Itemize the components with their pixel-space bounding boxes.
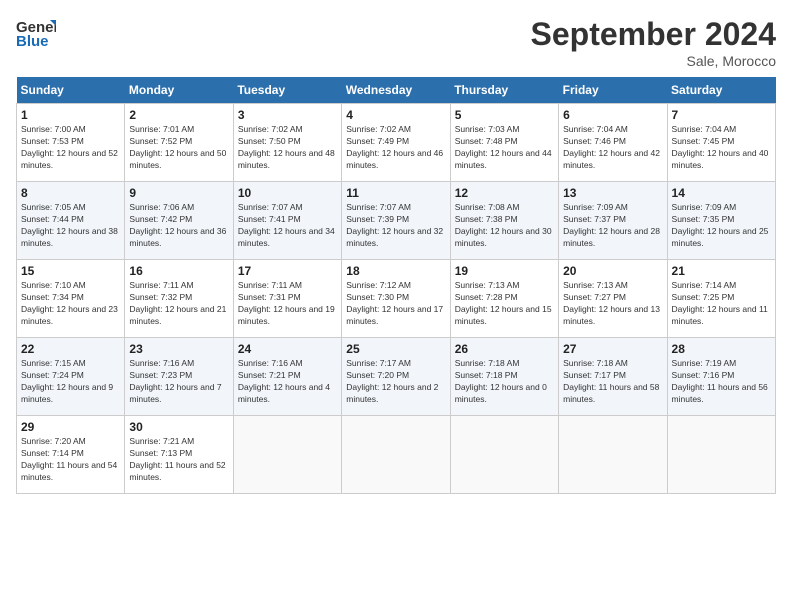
table-row bbox=[667, 416, 775, 494]
table-row: 14Sunrise: 7:09 AMSunset: 7:35 PMDayligh… bbox=[667, 182, 775, 260]
month-title: September 2024 bbox=[531, 16, 776, 53]
title-area: September 2024 Sale, Morocco bbox=[531, 16, 776, 69]
col-monday: Monday bbox=[125, 77, 233, 104]
calendar-week-row: 8Sunrise: 7:05 AMSunset: 7:44 PMDaylight… bbox=[17, 182, 776, 260]
table-row: 18Sunrise: 7:12 AMSunset: 7:30 PMDayligh… bbox=[342, 260, 450, 338]
table-row: 29Sunrise: 7:20 AMSunset: 7:14 PMDayligh… bbox=[17, 416, 125, 494]
calendar-week-row: 15Sunrise: 7:10 AMSunset: 7:34 PMDayligh… bbox=[17, 260, 776, 338]
col-sunday: Sunday bbox=[17, 77, 125, 104]
logo: General Blue bbox=[16, 16, 56, 52]
table-row: 11Sunrise: 7:07 AMSunset: 7:39 PMDayligh… bbox=[342, 182, 450, 260]
table-row: 8Sunrise: 7:05 AMSunset: 7:44 PMDaylight… bbox=[17, 182, 125, 260]
table-row: 27Sunrise: 7:18 AMSunset: 7:17 PMDayligh… bbox=[559, 338, 667, 416]
table-row: 19Sunrise: 7:13 AMSunset: 7:28 PMDayligh… bbox=[450, 260, 558, 338]
table-row: 6Sunrise: 7:04 AMSunset: 7:46 PMDaylight… bbox=[559, 104, 667, 182]
table-row: 13Sunrise: 7:09 AMSunset: 7:37 PMDayligh… bbox=[559, 182, 667, 260]
table-row bbox=[559, 416, 667, 494]
col-wednesday: Wednesday bbox=[342, 77, 450, 104]
table-row: 17Sunrise: 7:11 AMSunset: 7:31 PMDayligh… bbox=[233, 260, 341, 338]
table-row: 16Sunrise: 7:11 AMSunset: 7:32 PMDayligh… bbox=[125, 260, 233, 338]
table-row: 2Sunrise: 7:01 AMSunset: 7:52 PMDaylight… bbox=[125, 104, 233, 182]
table-row bbox=[233, 416, 341, 494]
table-row: 28Sunrise: 7:19 AMSunset: 7:16 PMDayligh… bbox=[667, 338, 775, 416]
table-row: 23Sunrise: 7:16 AMSunset: 7:23 PMDayligh… bbox=[125, 338, 233, 416]
page-header: General Blue September 2024 Sale, Morocc… bbox=[16, 16, 776, 69]
table-row: 4Sunrise: 7:02 AMSunset: 7:49 PMDaylight… bbox=[342, 104, 450, 182]
table-row bbox=[342, 416, 450, 494]
col-thursday: Thursday bbox=[450, 77, 558, 104]
table-row: 15Sunrise: 7:10 AMSunset: 7:34 PMDayligh… bbox=[17, 260, 125, 338]
col-saturday: Saturday bbox=[667, 77, 775, 104]
table-row: 30Sunrise: 7:21 AMSunset: 7:13 PMDayligh… bbox=[125, 416, 233, 494]
table-row: 26Sunrise: 7:18 AMSunset: 7:18 PMDayligh… bbox=[450, 338, 558, 416]
table-row: 7Sunrise: 7:04 AMSunset: 7:45 PMDaylight… bbox=[667, 104, 775, 182]
calendar-table: Sunday Monday Tuesday Wednesday Thursday… bbox=[16, 77, 776, 494]
calendar-week-row: 29Sunrise: 7:20 AMSunset: 7:14 PMDayligh… bbox=[17, 416, 776, 494]
col-tuesday: Tuesday bbox=[233, 77, 341, 104]
table-row: 20Sunrise: 7:13 AMSunset: 7:27 PMDayligh… bbox=[559, 260, 667, 338]
table-row bbox=[450, 416, 558, 494]
table-row: 5Sunrise: 7:03 AMSunset: 7:48 PMDaylight… bbox=[450, 104, 558, 182]
table-row: 10Sunrise: 7:07 AMSunset: 7:41 PMDayligh… bbox=[233, 182, 341, 260]
table-row: 1Sunrise: 7:00 AMSunset: 7:53 PMDaylight… bbox=[17, 104, 125, 182]
table-row: 3Sunrise: 7:02 AMSunset: 7:50 PMDaylight… bbox=[233, 104, 341, 182]
table-row: 9Sunrise: 7:06 AMSunset: 7:42 PMDaylight… bbox=[125, 182, 233, 260]
table-row: 22Sunrise: 7:15 AMSunset: 7:24 PMDayligh… bbox=[17, 338, 125, 416]
table-row: 12Sunrise: 7:08 AMSunset: 7:38 PMDayligh… bbox=[450, 182, 558, 260]
col-friday: Friday bbox=[559, 77, 667, 104]
table-row: 24Sunrise: 7:16 AMSunset: 7:21 PMDayligh… bbox=[233, 338, 341, 416]
table-row: 21Sunrise: 7:14 AMSunset: 7:25 PMDayligh… bbox=[667, 260, 775, 338]
calendar-week-row: 1Sunrise: 7:00 AMSunset: 7:53 PMDaylight… bbox=[17, 104, 776, 182]
calendar-header-row: Sunday Monday Tuesday Wednesday Thursday… bbox=[17, 77, 776, 104]
table-row: 25Sunrise: 7:17 AMSunset: 7:20 PMDayligh… bbox=[342, 338, 450, 416]
calendar-week-row: 22Sunrise: 7:15 AMSunset: 7:24 PMDayligh… bbox=[17, 338, 776, 416]
location: Sale, Morocco bbox=[531, 53, 776, 69]
logo-icon: General Blue bbox=[16, 16, 56, 52]
calendar-body: 1Sunrise: 7:00 AMSunset: 7:53 PMDaylight… bbox=[17, 104, 776, 494]
svg-text:Blue: Blue bbox=[16, 33, 49, 50]
